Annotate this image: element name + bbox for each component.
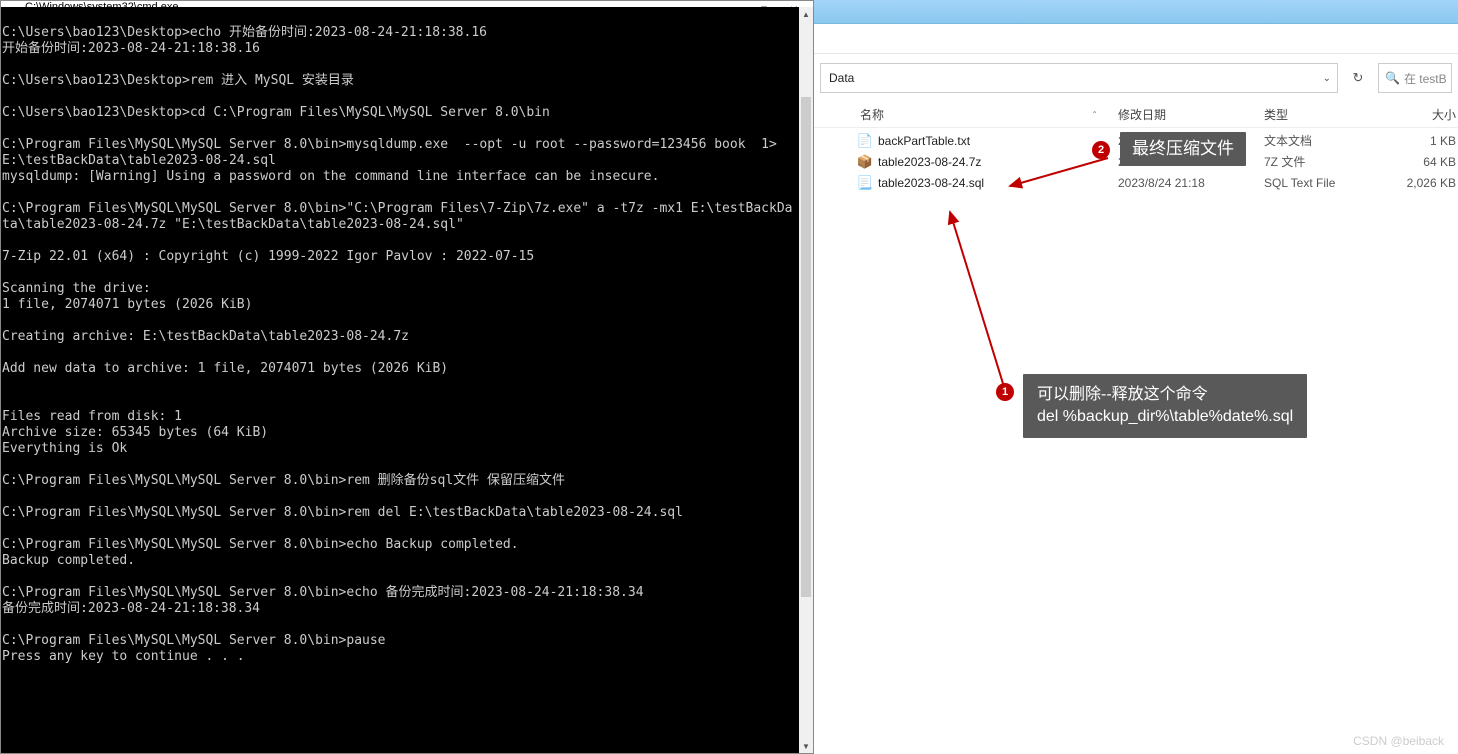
- badge-2: 2: [1092, 141, 1110, 159]
- watermark: CSDN @beiback: [1353, 734, 1444, 748]
- file-date: 2023/8/24 21:18: [1118, 176, 1264, 190]
- file-name: table2023-08-24.sql: [878, 176, 1118, 190]
- col-date-header[interactable]: 修改日期: [1118, 106, 1264, 123]
- file-icon: 📄: [852, 133, 878, 149]
- file-size: 1 KB: [1384, 134, 1456, 148]
- explorer-titlebar: [814, 0, 1458, 24]
- scroll-up-icon[interactable]: ▲: [799, 7, 813, 21]
- callout-delete-command: 可以删除--释放这个命令 del %backup_dir%\table%date…: [1023, 374, 1307, 438]
- file-size: 2,026 KB: [1384, 176, 1456, 190]
- badge-1: 1: [996, 383, 1014, 401]
- scroll-thumb[interactable]: [801, 97, 811, 597]
- sort-indicator-icon: ⌃: [1091, 110, 1098, 119]
- address-bar[interactable]: Data ⌄: [820, 63, 1338, 93]
- file-size: 64 KB: [1384, 155, 1456, 169]
- cmd-output[interactable]: C:\Users\bao123\Desktop>echo 开始备份时间:2023…: [1, 7, 799, 753]
- callout-compressed-file: 最终压缩文件: [1120, 132, 1246, 166]
- scroll-down-icon[interactable]: ▼: [799, 739, 813, 753]
- search-icon: 🔍: [1385, 71, 1400, 85]
- col-name-header[interactable]: 名称 ⌃: [860, 106, 1118, 123]
- search-input[interactable]: 🔍 在 testB: [1378, 63, 1452, 93]
- file-type: SQL Text File: [1264, 176, 1384, 190]
- col-type-header[interactable]: 类型: [1264, 106, 1384, 123]
- file-type: 文本文档: [1264, 132, 1384, 149]
- column-headers: 名称 ⌃ 修改日期 类型 大小: [814, 102, 1458, 128]
- cmd-window: C:\Windows\system32\cmd.exe — ▢ ✕ C:\Use…: [0, 0, 814, 754]
- explorer-ribbon: [814, 24, 1458, 54]
- file-name: table2023-08-24.7z: [878, 155, 1118, 169]
- file-name: backPartTable.txt: [878, 134, 1118, 148]
- file-icon: 📃: [852, 175, 878, 191]
- chevron-down-icon[interactable]: ⌄: [1323, 73, 1331, 84]
- file-row[interactable]: 📃table2023-08-24.sql2023/8/24 21:18SQL T…: [852, 172, 1458, 193]
- breadcrumb-segment[interactable]: Data: [829, 71, 854, 85]
- col-size-header[interactable]: 大小: [1384, 106, 1456, 123]
- search-placeholder: 在 testB: [1404, 70, 1447, 87]
- cmd-scrollbar[interactable]: ▲ ▼: [799, 7, 813, 753]
- explorer-navbar: Data ⌄ ↻ 🔍 在 testB: [814, 54, 1458, 102]
- file-type: 7Z 文件: [1264, 153, 1384, 170]
- refresh-button[interactable]: ↻: [1344, 64, 1372, 92]
- file-icon: 📦: [852, 154, 878, 170]
